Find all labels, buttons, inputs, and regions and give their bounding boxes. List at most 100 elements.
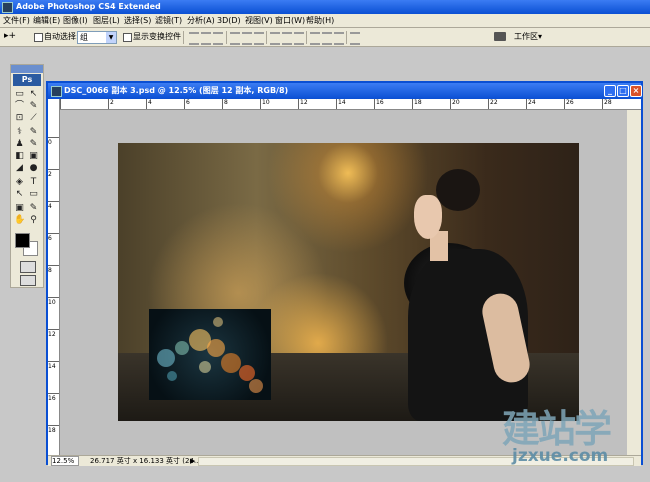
distribute-left-icon[interactable] [310,32,320,45]
slice-tool-icon[interactable]: ⟋ [28,113,39,124]
zoom-tool-icon[interactable]: ⚲ [28,215,39,226]
align-left-icon[interactable] [230,32,240,45]
ruler-tick: 0 [48,137,59,146]
crop-tool-icon[interactable]: ⊡ [14,113,25,124]
menu-window[interactable]: 窗口(W) [274,15,306,26]
menu-3d[interactable]: 3D(D) [216,15,242,26]
hand-tool-icon[interactable]: ✋ [14,215,25,226]
app-title: Adobe Photoshop CS4 Extended [16,2,161,11]
close-button[interactable]: × [630,85,642,97]
site-watermark: 建站学 jzxue.com [498,398,648,478]
eyedropper-tool-icon[interactable]: ✎ [28,203,39,214]
ruler-tick: 8 [48,265,59,274]
auto-align-icon[interactable] [350,32,360,45]
document-info[interactable]: 26.717 英寸 x 16.133 英寸 (24... [90,456,201,466]
distribute-right-icon[interactable] [334,32,344,45]
ruler-tick: 14 [48,361,59,370]
align-hcenter-icon[interactable] [242,32,252,45]
tool-preset-picker[interactable]: ▸+ [4,31,24,43]
gradient-tool-icon[interactable]: ▣ [28,151,39,162]
camera-icon[interactable] [494,32,506,41]
separator [266,31,267,44]
separator [306,31,307,44]
move-tool-icon[interactable]: ↖ [28,89,39,100]
workspace-switcher[interactable]: 工作区▾ [514,31,554,42]
bokeh-dot [249,379,263,393]
bokeh-dot [199,361,211,373]
watermark-chinese: 建站学 [502,407,612,451]
menu-layer[interactable]: 图层(L) [92,15,121,26]
distribute-hcenter-icon[interactable] [322,32,332,45]
menu-image[interactable]: 图像(I) [62,15,89,26]
watermark-url: jzxue.com [512,446,609,466]
ruler-tick: 10 [260,99,270,109]
menu-help[interactable]: 帮助(H) [305,15,335,26]
ruler-tick: 26 [564,99,574,109]
menu-file[interactable]: 文件(F) [2,15,31,26]
ruler-tick: 2 [48,169,59,178]
dodge-tool-icon[interactable]: ● [28,163,39,174]
menu-analysis[interactable]: 分析(A) [186,15,216,26]
ruler-tick: 6 [48,233,59,242]
distribute-vcenter-icon[interactable] [282,32,292,45]
path-select-tool-icon[interactable]: ↖ [14,189,25,200]
shape-tool-icon[interactable]: ▭ [28,189,39,200]
align-bottom-icon[interactable] [213,32,223,45]
auto-select-checkbox[interactable] [34,33,43,42]
bokeh-dot [213,317,223,327]
ruler-tick: 4 [146,99,152,109]
menu-edit[interactable]: 编辑(E) [32,15,61,26]
maximize-button[interactable]: □ [617,85,629,97]
ruler-vertical[interactable]: 0 2 4 6 8 10 12 14 16 18 [48,99,60,455]
distribute-bottom-icon[interactable] [294,32,304,45]
model-hair [436,169,480,211]
menu-filter[interactable]: 滤镜(T) [154,15,183,26]
ruler-tick: 4 [48,201,59,210]
brush-tool-icon[interactable]: ✎ [28,127,39,138]
model-face [414,195,442,239]
ruler-tick: 16 [48,393,59,402]
ruler-horizontal[interactable]: 2 4 6 8 10 12 14 16 18 20 22 24 26 28 [60,99,641,110]
pen-tool-icon[interactable]: ◈ [14,177,25,188]
document-title-bar[interactable]: DSC_0066 副本 3.psd @ 12.5% (图层 12 副本, RGB… [48,83,642,99]
align-top-icon[interactable] [189,32,199,45]
ruler-tick: 24 [526,99,536,109]
show-transform-checkbox[interactable] [123,33,132,42]
healing-brush-tool-icon[interactable]: ⚕ [14,127,25,138]
marquee-tool-icon[interactable]: ▭ [14,89,25,100]
ruler-tick: 2 [108,99,114,109]
bokeh-dot [207,339,225,357]
photoshop-doc-icon [51,86,62,97]
ruler-tick: 22 [488,99,498,109]
history-brush-tool-icon[interactable]: ✎ [28,139,39,150]
align-vcenter-icon[interactable] [201,32,211,45]
clone-stamp-tool-icon[interactable]: ♟ [14,139,25,150]
status-menu-arrow-icon[interactable]: ▶ [190,456,195,466]
menu-view[interactable]: 视图(V) [244,15,274,26]
ruler-tick [60,99,62,109]
align-right-icon[interactable] [254,32,264,45]
minimize-button[interactable]: _ [604,85,616,97]
options-bar: ▸+ 自动选择: 组 ▼ 显示变换控件 工作区▾ [0,28,650,47]
bokeh-dot [221,353,241,373]
notes-tool-icon[interactable]: ▣ [14,203,25,214]
ruler-tick: 12 [298,99,308,109]
show-transform-label: 显示变换控件 [133,32,181,41]
eraser-tool-icon[interactable]: ◧ [14,151,25,162]
magic-wand-tool-icon[interactable]: ✎ [28,101,39,112]
quick-mask-icon[interactable] [20,261,36,273]
ruler-tick: 10 [48,297,59,306]
menu-select[interactable]: 选择(S) [123,15,152,26]
blur-tool-icon[interactable]: ◢ [14,163,25,174]
bokeh-layer[interactable] [149,309,271,400]
auto-select-value: 组 [80,33,88,42]
foreground-color-swatch[interactable] [15,233,30,248]
toolbox-header[interactable] [11,65,43,73]
zoom-field[interactable]: 12.5% [51,456,79,466]
distribute-top-icon[interactable] [270,32,280,45]
screen-mode-icon[interactable] [20,275,36,286]
auto-select-dropdown[interactable]: 组 ▼ [77,31,117,44]
chevron-down-icon: ▼ [106,32,116,43]
lasso-tool-icon[interactable]: ⌒ [14,101,25,112]
type-tool-icon[interactable]: T [28,177,39,188]
